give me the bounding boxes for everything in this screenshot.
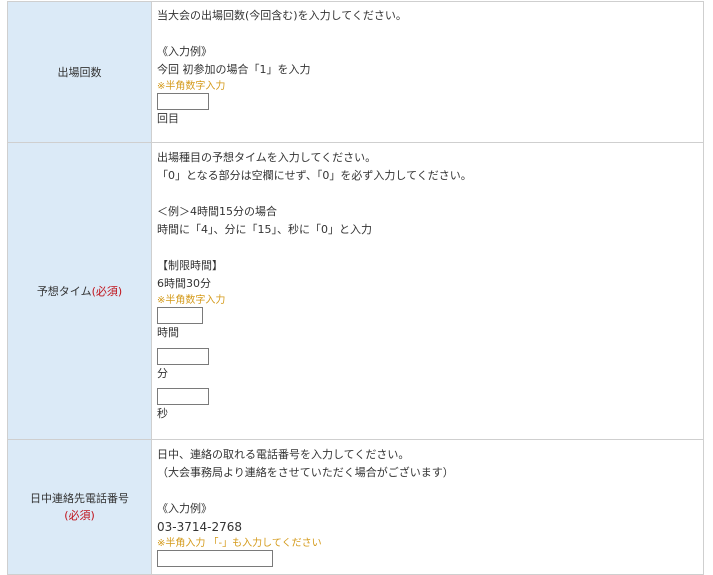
minutes-input[interactable] — [157, 348, 209, 365]
appearances-input[interactable] — [157, 93, 209, 110]
hours-input[interactable] — [157, 307, 203, 324]
example-phone: 03-3714-2768 — [157, 520, 243, 534]
field-label-expected-time: 予想タイム — [36, 284, 92, 298]
input-note: ※半角数字入力 — [157, 81, 226, 92]
required-mark: (必須) — [64, 509, 95, 522]
example-heading: ＜例＞4時間15分の場合 — [157, 205, 277, 218]
time-limit-heading: 【制限時間】 — [157, 259, 223, 272]
seconds-unit-label: 秒 — [157, 407, 168, 420]
instruction-text: （大会事務局より連絡をさせていただく場合がございます） — [157, 466, 454, 479]
row-content-cell: 出場種目の予想タイムを入力してください。 「0」となる部分は空欄にせず、「0」を… — [152, 143, 704, 439]
field-label-daytime-phone: 日中連絡先電話番号 — [30, 492, 129, 505]
entry-form: 出場回数 当大会の出場回数(今回含む)を入力してください。 《入力例》 今回 初… — [7, 1, 704, 575]
row-label-cell: 日中連絡先電話番号 (必須) — [7, 440, 152, 574]
example-heading: 《入力例》 — [157, 45, 212, 58]
hours-unit-label: 時間 — [157, 326, 179, 339]
row-label-cell: 予想タイム(必須) — [7, 143, 152, 439]
unit-label: 回目 — [157, 112, 179, 125]
instruction-text: 日中、連絡の取れる電話番号を入力してください。 — [157, 448, 410, 461]
instruction-text: 「0」となる部分は空欄にせず、「0」を必ず入力してください。 — [157, 169, 472, 182]
instruction-text: 当大会の出場回数(今回含む)を入力してください。 — [157, 9, 407, 22]
required-mark: (必須) — [91, 284, 123, 298]
input-note: ※半角入力 「-」も入力してください — [157, 538, 322, 549]
form-row-daytime-phone: 日中連絡先電話番号 (必須) 日中、連絡の取れる電話番号を入力してください。 （… — [7, 440, 704, 575]
input-note: ※半角数字入力 — [157, 295, 226, 306]
example-text: 今回 初参加の場合「1」を入力 — [157, 63, 311, 76]
time-limit-text: 6時間30分 — [157, 277, 211, 290]
row-label-cell: 出場回数 — [7, 2, 152, 142]
form-row-expected-time: 予想タイム(必須) 出場種目の予想タイムを入力してください。 「0」となる部分は… — [7, 143, 704, 440]
example-text: 時間に「4」、分に「15」、秒に「0」と入力 — [157, 223, 372, 236]
seconds-input[interactable] — [157, 388, 209, 405]
form-row-appearances: 出場回数 当大会の出場回数(今回含む)を入力してください。 《入力例》 今回 初… — [7, 1, 704, 143]
row-content-cell: 当大会の出場回数(今回含む)を入力してください。 《入力例》 今回 初参加の場合… — [152, 2, 704, 142]
phone-input[interactable] — [157, 550, 273, 567]
field-label-appearances: 出場回数 — [57, 65, 102, 79]
instruction-text: 出場種目の予想タイムを入力してください。 — [157, 151, 377, 164]
example-heading: 《入力例》 — [157, 502, 212, 515]
minutes-unit-label: 分 — [157, 367, 168, 380]
row-content-cell: 日中、連絡の取れる電話番号を入力してください。 （大会事務局より連絡をさせていた… — [152, 440, 704, 574]
